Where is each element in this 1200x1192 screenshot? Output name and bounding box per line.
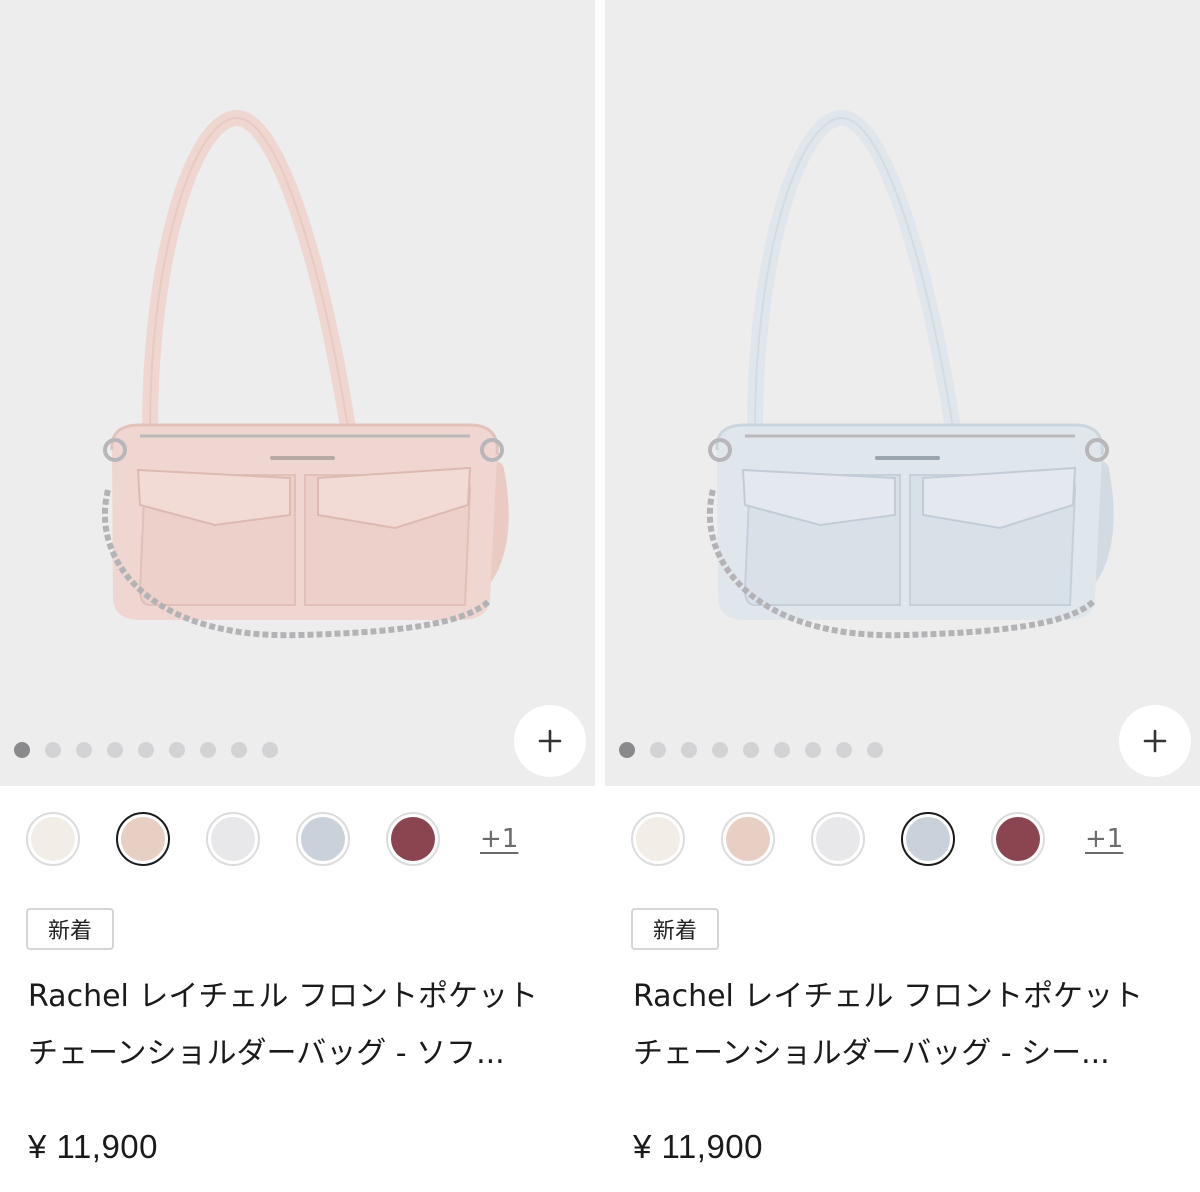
plus-icon [1143, 729, 1167, 753]
color-swatch-light-grey[interactable] [206, 812, 260, 866]
color-swatch-pink[interactable] [721, 812, 775, 866]
color-swatches: +1 [26, 812, 518, 866]
image-carousel-dots[interactable] [14, 742, 278, 758]
product-card[interactable]: +1 新着 Rachel レイチェル フロントポケット チェーンショルダーバッグ… [0, 0, 595, 1192]
product-card[interactable]: +1 新着 Rachel レイチェル フロントポケット チェーンショルダーバッグ… [605, 0, 1200, 1192]
carousel-dot[interactable] [200, 742, 216, 758]
more-colors-link[interactable]: +1 [480, 824, 518, 854]
product-title[interactable]: Rachel レイチェル フロントポケット チェーンショルダーバッグ - シー.… [633, 968, 1183, 1082]
carousel-dot[interactable] [650, 742, 666, 758]
carousel-dot[interactable] [169, 742, 185, 758]
carousel-dot[interactable] [231, 742, 247, 758]
product-title-line: Rachel レイチェル フロントポケット [28, 979, 538, 1014]
carousel-dot[interactable] [805, 742, 821, 758]
bag-image [706, 110, 1114, 639]
product-image[interactable] [605, 0, 1200, 786]
carousel-dot[interactable] [836, 742, 852, 758]
carousel-dot[interactable] [712, 742, 728, 758]
carousel-dot[interactable] [743, 742, 759, 758]
new-badge: 新着 [26, 908, 115, 950]
product-price: ¥ 11,900 [633, 1128, 764, 1165]
more-colors-link[interactable]: +1 [1085, 824, 1123, 854]
carousel-dot[interactable] [867, 742, 883, 758]
color-swatch-pink[interactable] [116, 812, 170, 866]
carousel-dot[interactable] [262, 742, 278, 758]
add-to-cart-button[interactable] [1119, 705, 1191, 777]
carousel-dot[interactable] [619, 742, 635, 758]
color-swatch-cream[interactable] [26, 812, 80, 866]
color-swatch-blue-grey[interactable] [901, 812, 955, 866]
product-title[interactable]: Rachel レイチェル フロントポケット チェーンショルダーバッグ - ソフ.… [28, 968, 578, 1082]
image-carousel-dots[interactable] [619, 742, 883, 758]
carousel-dot[interactable] [774, 742, 790, 758]
bag-image [101, 110, 509, 639]
product-price: ¥ 11,900 [28, 1128, 159, 1165]
carousel-dot[interactable] [107, 742, 123, 758]
product-title-line: Rachel レイチェル フロントポケット [633, 979, 1143, 1014]
carousel-dot[interactable] [14, 742, 30, 758]
color-swatches: +1 [631, 812, 1123, 866]
color-swatch-blue-grey[interactable] [296, 812, 350, 866]
carousel-dot[interactable] [76, 742, 92, 758]
carousel-dot[interactable] [681, 742, 697, 758]
carousel-dot[interactable] [138, 742, 154, 758]
carousel-dot[interactable] [45, 742, 61, 758]
add-to-cart-button[interactable] [514, 705, 586, 777]
product-title-line: チェーンショルダーバッグ - ソフ... [28, 1036, 505, 1071]
new-badge: 新着 [631, 908, 720, 950]
plus-icon [538, 729, 562, 753]
color-swatch-light-grey[interactable] [811, 812, 865, 866]
product-title-line: チェーンショルダーバッグ - シー... [633, 1036, 1110, 1071]
color-swatch-burgundy[interactable] [386, 812, 440, 866]
color-swatch-burgundy[interactable] [991, 812, 1045, 866]
product-grid: +1 新着 Rachel レイチェル フロントポケット チェーンショルダーバッグ… [0, 0, 1200, 1192]
product-image[interactable] [0, 0, 595, 786]
color-swatch-cream[interactable] [631, 812, 685, 866]
